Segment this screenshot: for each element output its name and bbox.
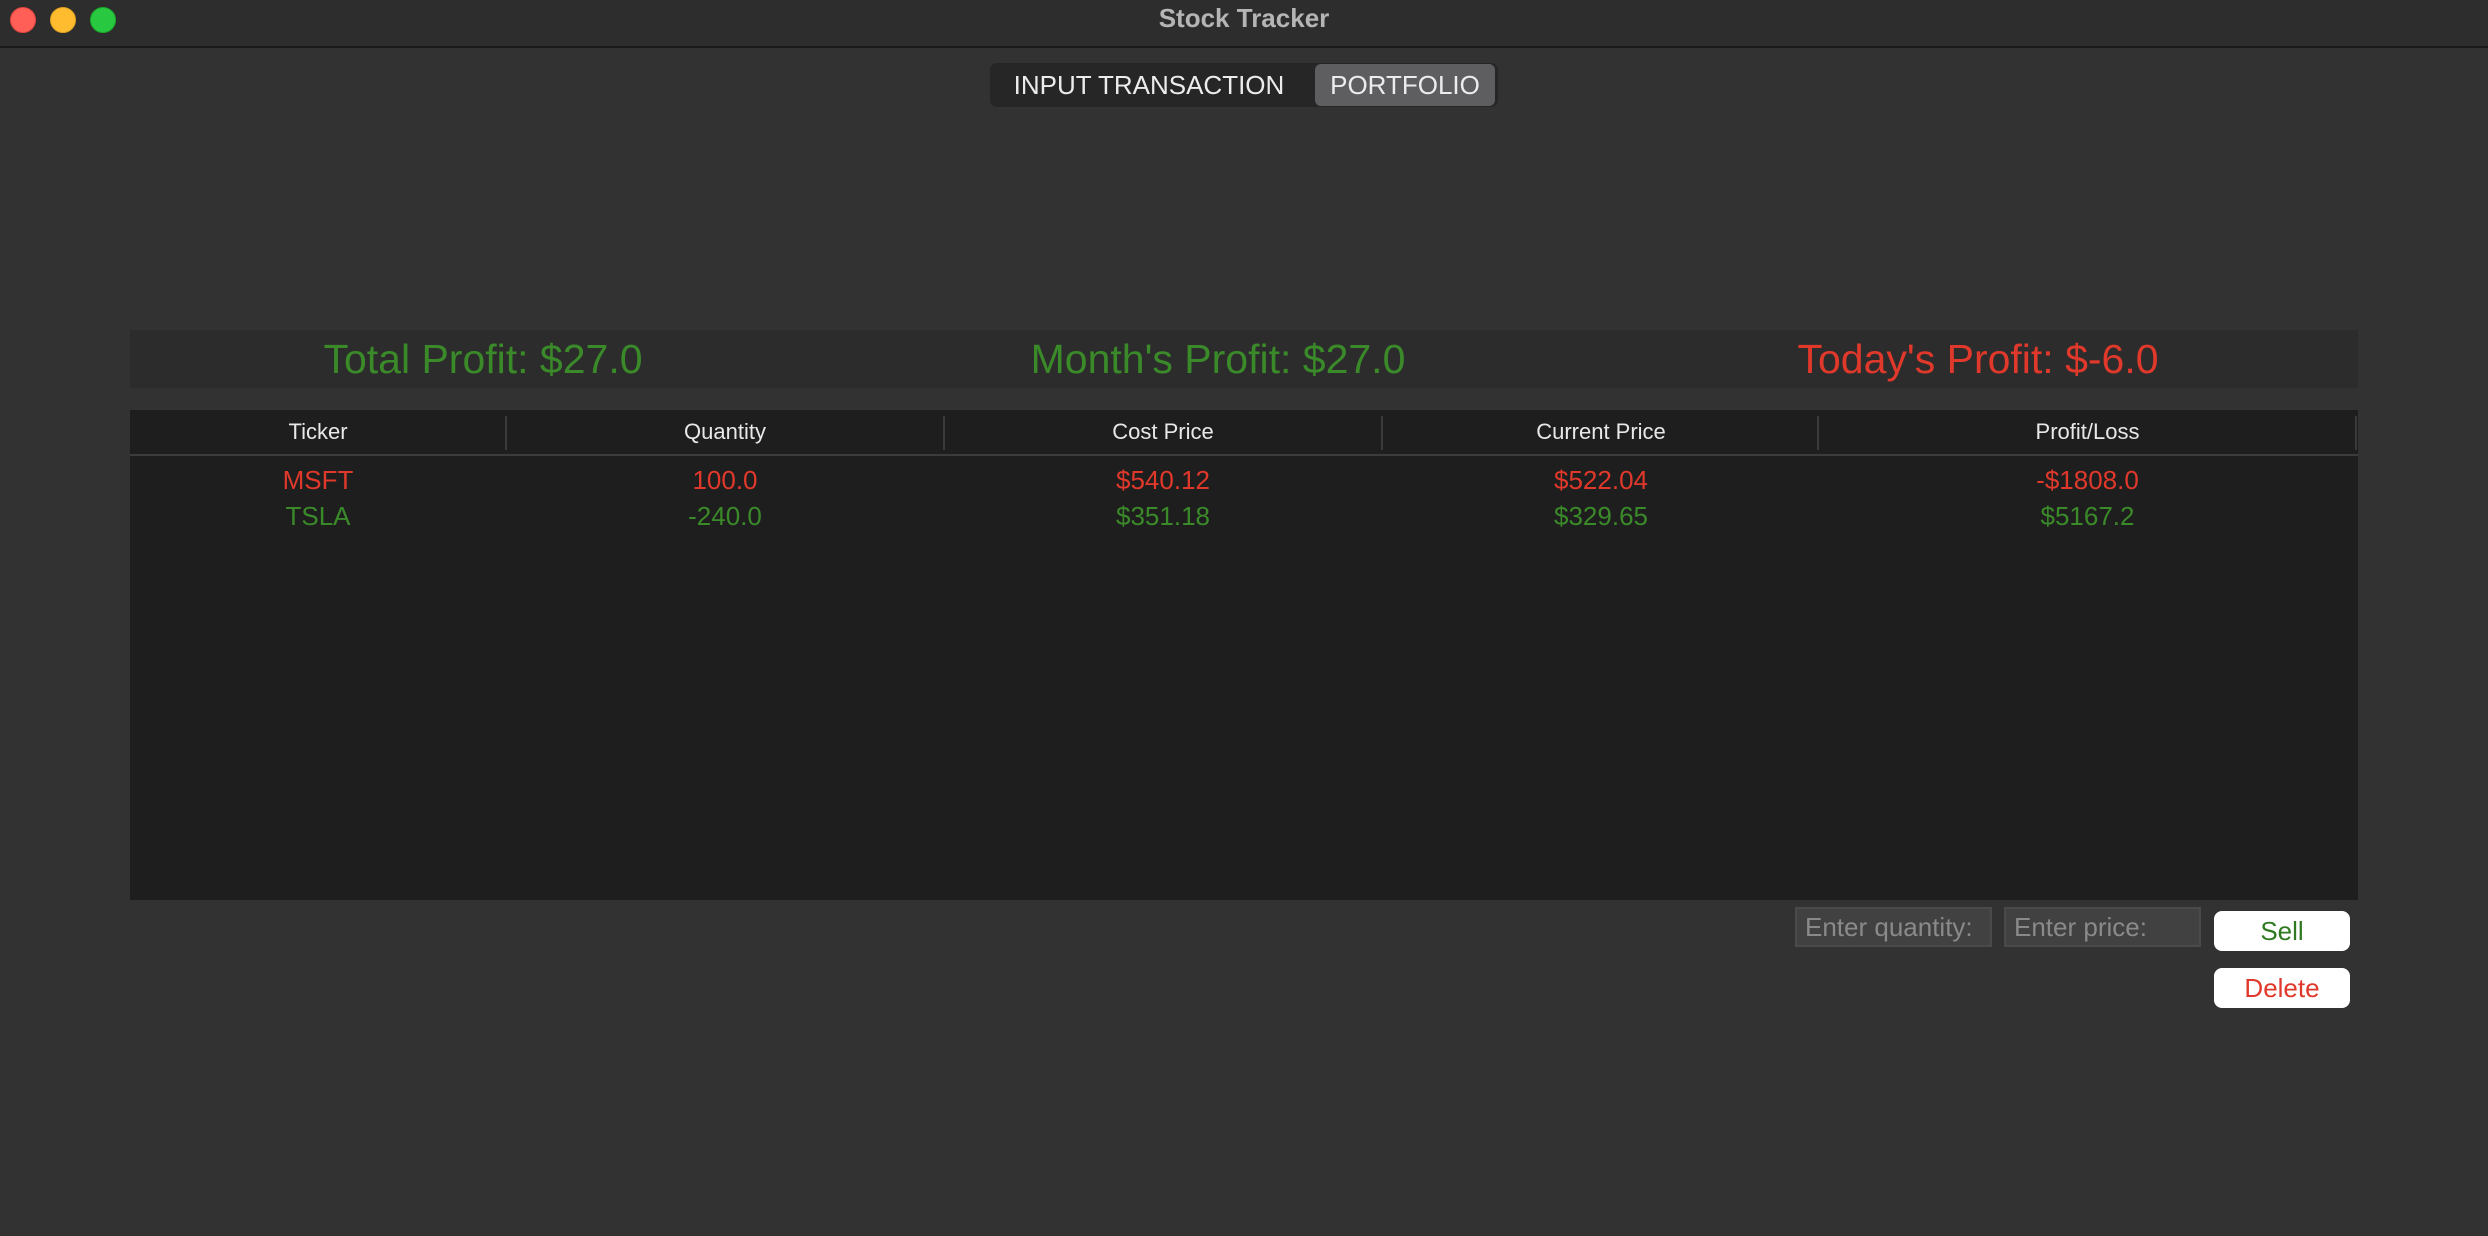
cell-profit-loss: -$1808.0	[2036, 465, 2139, 495]
window-title: Stock Tracker	[1158, 3, 1330, 33]
total-profit: Total Profit: $27.0	[323, 336, 643, 382]
cell-current-price: $522.04	[1554, 465, 1648, 495]
portfolio-table: Ticker Quantity Cost Price Current Price…	[130, 410, 2358, 900]
table-row[interactable]: TSLA -240.0 $351.18 $329.65 $5167.2	[130, 498, 2358, 534]
cell-cost-price: $540.12	[1116, 465, 1210, 495]
app-window: Stock Tracker INPUT TRANSACTION PORTFOLI…	[0, 0, 2488, 1236]
cell-ticker: MSFT	[282, 465, 354, 495]
column-header-current-price[interactable]: Current Price	[1383, 410, 1819, 454]
column-header-cost-price[interactable]: Cost Price	[945, 410, 1381, 454]
cell-profit-loss: $5167.2	[2040, 501, 2135, 531]
table-header: Ticker Quantity Cost Price Current Price…	[130, 410, 2358, 456]
title-bar: Stock Tracker	[0, 0, 2488, 48]
column-divider[interactable]	[2355, 416, 2357, 450]
sell-button[interactable]: Sell	[2214, 911, 2350, 951]
delete-button[interactable]: Delete	[2214, 968, 2350, 1008]
view-tabs: INPUT TRANSACTION PORTFOLIO	[990, 63, 1498, 107]
cell-quantity: 100.0	[692, 465, 758, 495]
cell-cost-price: $351.18	[1116, 501, 1210, 531]
today-profit: Today's Profit: $-6.0	[1797, 336, 2159, 382]
cell-current-price: $329.65	[1554, 501, 1648, 531]
column-header-quantity[interactable]: Quantity	[507, 410, 943, 454]
column-header-profit-loss[interactable]: Profit/Loss	[1819, 410, 2356, 454]
column-header-ticker[interactable]: Ticker	[130, 410, 506, 454]
profit-summary: Total Profit: $27.0 Month's Profit: $27.…	[130, 330, 2358, 388]
quantity-input[interactable]	[1795, 907, 1992, 947]
tab-portfolio[interactable]: PORTFOLIO	[1315, 64, 1495, 106]
price-input[interactable]	[2004, 907, 2201, 947]
cell-quantity: -240.0	[688, 501, 762, 531]
table-row[interactable]: MSFT 100.0 $540.12 $522.04 -$1808.0	[130, 462, 2358, 498]
cell-ticker: TSLA	[285, 501, 351, 531]
tab-input-transaction[interactable]: INPUT TRANSACTION	[991, 64, 1307, 106]
month-profit: Month's Profit: $27.0	[1030, 336, 1406, 382]
